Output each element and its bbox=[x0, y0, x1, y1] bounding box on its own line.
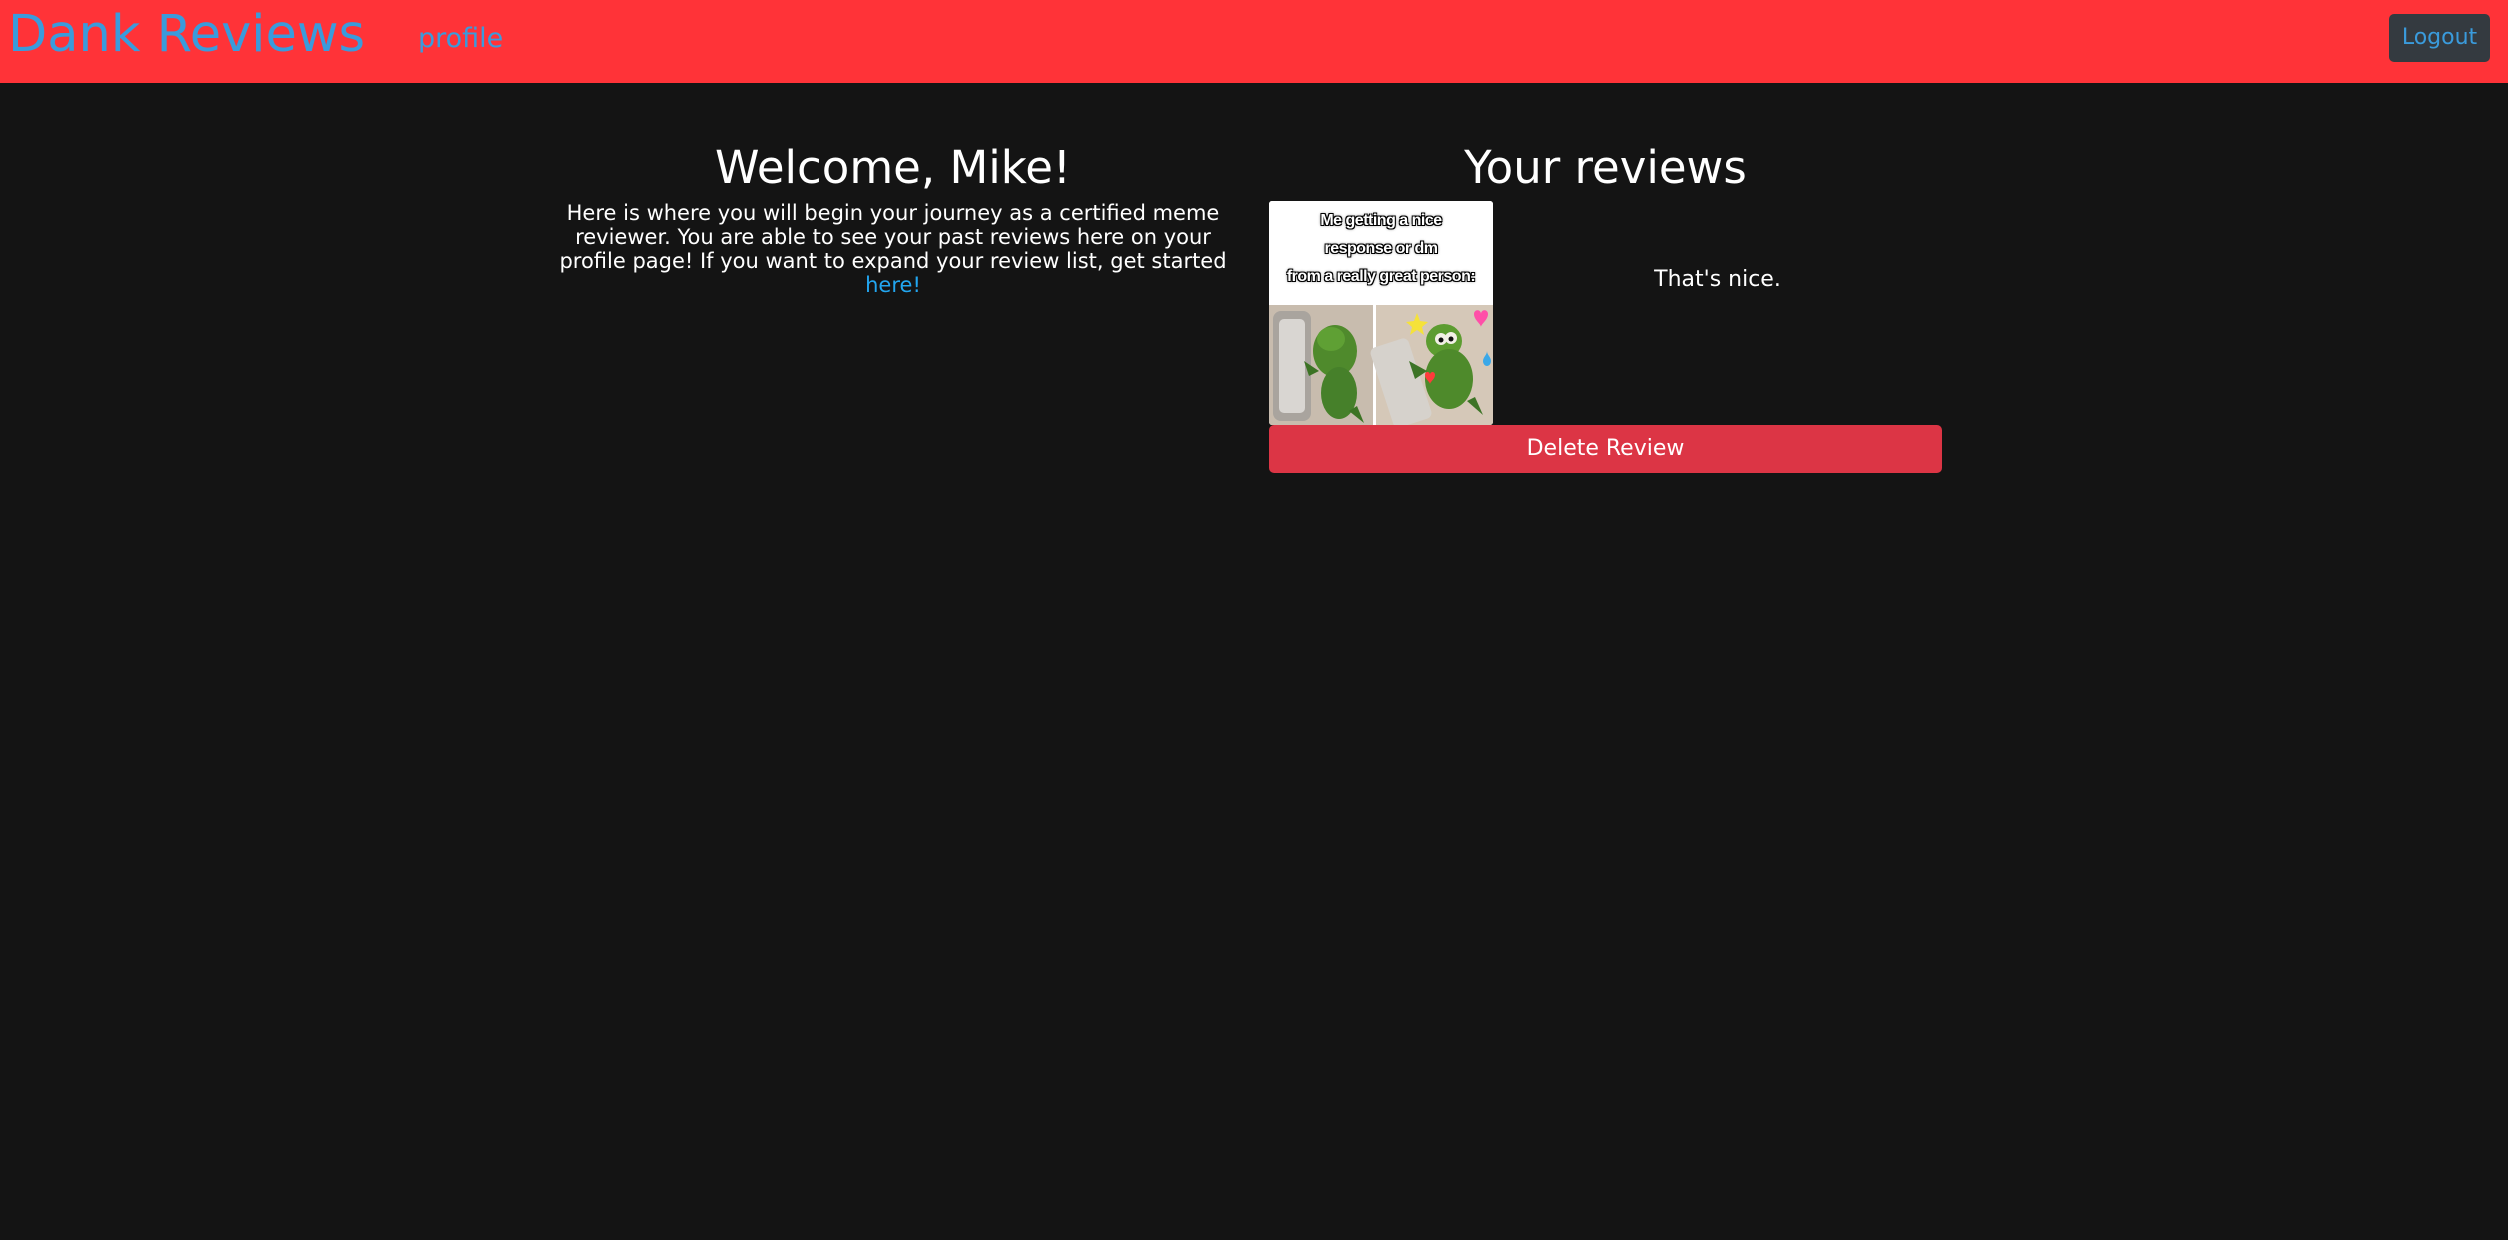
navbar: Dank Reviews profile Logout bbox=[0, 0, 2508, 83]
review-text: That's nice. bbox=[1654, 267, 1781, 292]
brand-link[interactable]: Dank Reviews bbox=[8, 2, 365, 68]
welcome-section: Welcome, Mike! Here is where you will be… bbox=[558, 137, 1228, 297]
intro-paragraph: Here is where you will begin your journe… bbox=[558, 201, 1228, 297]
get-started-link[interactable]: here! bbox=[865, 273, 921, 297]
review-card: Me getting a nice response or dm from a … bbox=[1269, 201, 1942, 425]
delete-review-button[interactable]: Delete Review bbox=[1269, 425, 1942, 473]
meme-image: Me getting a nice response or dm from a … bbox=[1269, 201, 1493, 425]
intro-text: Here is where you will begin your journe… bbox=[559, 201, 1227, 273]
nav-link-profile[interactable]: profile bbox=[418, 21, 503, 57]
meme-caption-line: Me getting a nice bbox=[1320, 212, 1442, 229]
meme-caption: Me getting a nice response or dm from a … bbox=[1269, 207, 1493, 291]
reviews-heading: Your reviews bbox=[1464, 141, 1747, 194]
reviews-section: Your reviews Me getting a nice response … bbox=[1269, 137, 1942, 425]
welcome-heading: Welcome, Mike! bbox=[715, 141, 1071, 194]
meme-caption-line: response or dm bbox=[1324, 240, 1438, 257]
logout-button[interactable]: Logout bbox=[2389, 14, 2490, 62]
meme-caption-line: from a really great person: bbox=[1286, 268, 1476, 285]
